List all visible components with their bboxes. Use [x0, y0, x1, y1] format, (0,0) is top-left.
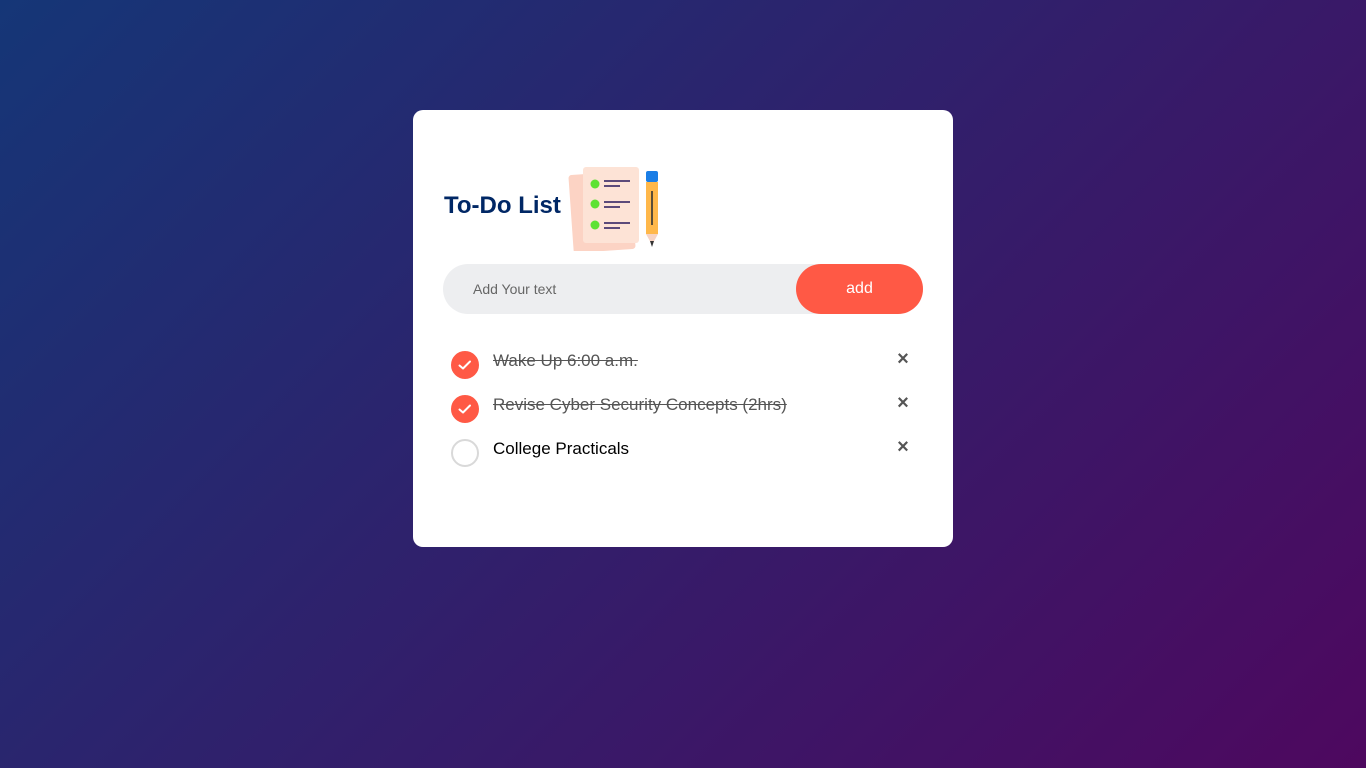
close-icon[interactable]: ×	[891, 347, 915, 371]
checked-circle-icon[interactable]	[451, 395, 479, 423]
close-icon[interactable]: ×	[891, 435, 915, 459]
checked-circle-icon[interactable]	[451, 351, 479, 379]
task-list: Wake Up 6:00 a.m. × Revise Cyber Securit…	[443, 339, 923, 471]
app-header: To-Do List	[443, 156, 923, 256]
unchecked-circle-icon[interactable]	[451, 439, 479, 467]
new-task-row: add	[443, 264, 923, 314]
task-item[interactable]: Revise Cyber Security Concepts (2hrs) ×	[443, 383, 923, 427]
todo-app-card: To-Do List add	[413, 110, 953, 547]
task-text: College Practicals	[493, 439, 630, 458]
task-item[interactable]: College Practicals ×	[443, 427, 923, 471]
task-input[interactable]	[463, 271, 796, 307]
task-text: Wake Up 6:00 a.m.	[493, 351, 638, 370]
task-item[interactable]: Wake Up 6:00 a.m. ×	[443, 339, 923, 383]
task-text: Revise Cyber Security Concepts (2hrs)	[493, 395, 787, 414]
app-title: To-Do List	[444, 192, 561, 219]
add-task-button[interactable]: add	[796, 264, 923, 314]
close-icon[interactable]: ×	[891, 391, 915, 415]
todo-checklist-pencil-icon	[568, 167, 658, 251]
